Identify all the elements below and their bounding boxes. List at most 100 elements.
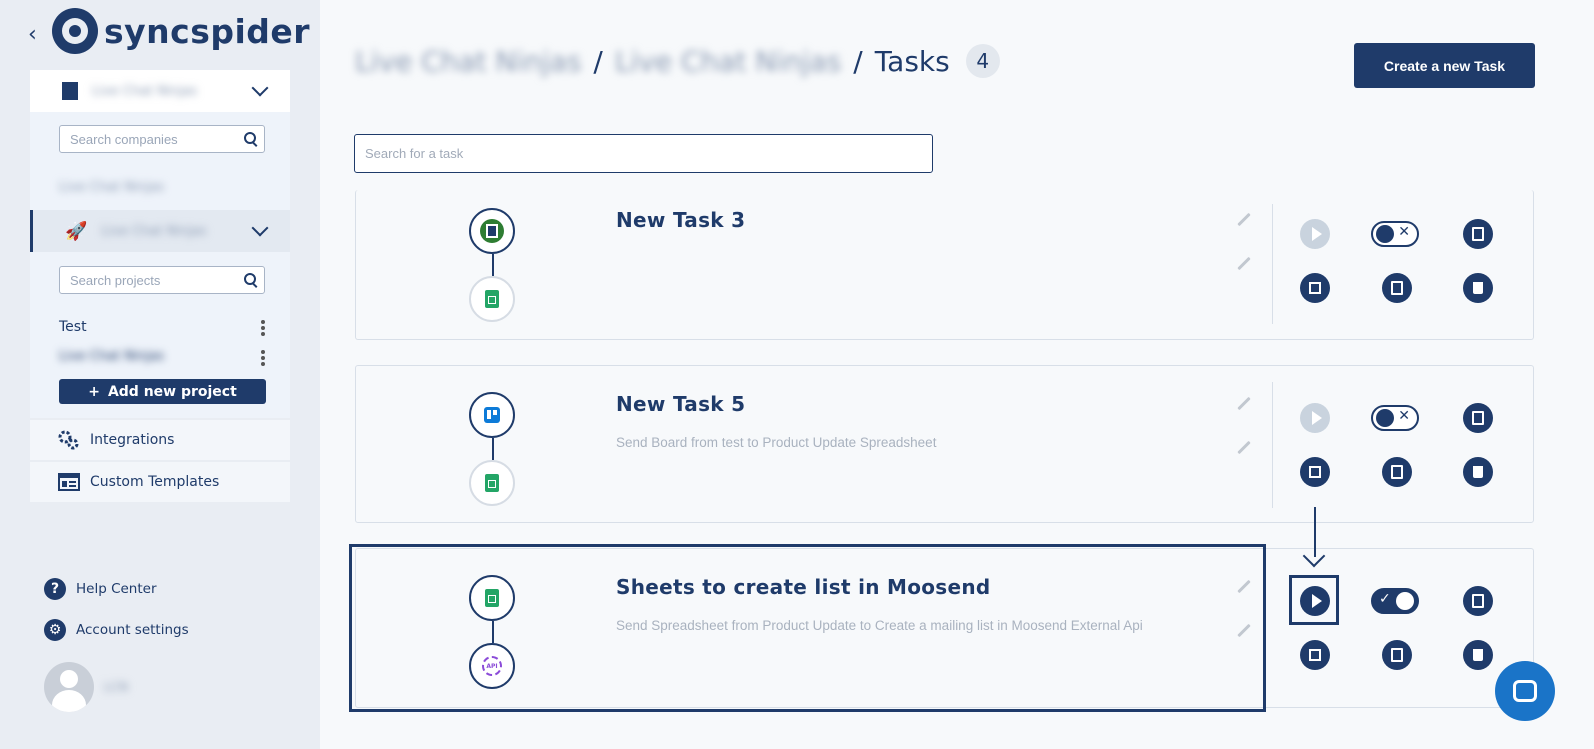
task-title[interactable]: New Task 5 xyxy=(616,392,745,416)
delete-task-button[interactable] xyxy=(1463,640,1493,670)
task-title[interactable]: New Task 3 xyxy=(616,208,745,232)
edit-task-button[interactable] xyxy=(1300,640,1330,670)
clipboard-icon xyxy=(1472,411,1484,425)
search-companies-placeholder: Search companies xyxy=(70,132,178,147)
project-item-live-chat[interactable]: Live Chat Ninjas xyxy=(59,349,164,364)
divider xyxy=(1272,382,1273,508)
task-search-input[interactable]: Search for a task xyxy=(354,134,933,173)
copy-icon xyxy=(1391,648,1403,662)
duplicate-task-button[interactable] xyxy=(1382,273,1412,303)
delete-task-button[interactable] xyxy=(1463,457,1493,487)
clipboard-button[interactable] xyxy=(1463,219,1493,249)
delete-task-button[interactable] xyxy=(1463,273,1493,303)
search-icon[interactable] xyxy=(244,132,256,144)
copy-icon xyxy=(1391,281,1403,295)
task-count-badge: 4 xyxy=(965,44,1000,78)
duplicate-task-button[interactable] xyxy=(1382,457,1412,487)
chat-icon xyxy=(1513,680,1537,702)
breadcrumb: Live Chat Ninjas / Live Chat Ninjas / Ta… xyxy=(355,44,1000,78)
sidebar: ‹ syncspider Live Chat Ninjas Search com… xyxy=(0,0,320,749)
clipboard-button[interactable] xyxy=(1463,586,1493,616)
add-new-project-button[interactable]: + Add new project xyxy=(59,379,266,404)
duplicate-task-button[interactable] xyxy=(1382,640,1412,670)
run-task-button[interactable] xyxy=(1300,403,1330,433)
help-center-link[interactable]: ? Help Center xyxy=(44,578,157,600)
edit-icon xyxy=(1309,649,1321,661)
kebab-menu-icon[interactable] xyxy=(261,320,265,338)
task-enable-toggle[interactable]: ✕ xyxy=(1371,221,1419,247)
task-enable-toggle[interactable]: ✕ xyxy=(1371,405,1419,431)
task-card: New Task 3 ✕ xyxy=(355,190,1534,340)
company-selector[interactable]: Live Chat Ninjas xyxy=(30,70,290,112)
highlight-run-button xyxy=(1289,575,1339,625)
source-node[interactable] xyxy=(469,208,515,254)
nav-label: Integrations xyxy=(90,432,175,448)
create-new-task-button[interactable]: Create a new Task xyxy=(1354,43,1535,88)
pencil-icon[interactable] xyxy=(1237,256,1251,271)
highlight-task-box xyxy=(349,544,1266,712)
gears-icon xyxy=(58,430,79,450)
pencil-icon[interactable] xyxy=(1237,212,1251,227)
page-title: Tasks xyxy=(874,44,950,78)
chat-launcher-button[interactable] xyxy=(1495,661,1555,721)
source-node[interactable] xyxy=(469,392,515,438)
clipboard-icon xyxy=(1472,227,1484,241)
help-center-label: Help Center xyxy=(76,581,157,597)
edit-icon xyxy=(1309,466,1321,478)
search-companies-input[interactable]: Search companies xyxy=(59,125,265,153)
nav-custom-templates[interactable]: Custom Templates xyxy=(30,462,290,502)
target-node[interactable] xyxy=(469,276,515,322)
template-icon xyxy=(58,473,80,491)
flow-connector xyxy=(492,254,494,276)
breadcrumb-company[interactable]: Live Chat Ninjas xyxy=(355,45,581,78)
doc-icon xyxy=(480,219,504,243)
trash-icon xyxy=(1473,282,1483,294)
search-projects-placeholder: Search projects xyxy=(70,273,161,288)
trash-icon xyxy=(1473,649,1483,661)
clipboard-icon xyxy=(1472,594,1484,608)
edit-task-button[interactable] xyxy=(1300,457,1330,487)
back-chevron-icon[interactable]: ‹ xyxy=(28,22,37,47)
gear-icon: ⚙ xyxy=(44,619,66,641)
account-settings-link[interactable]: ⚙ Account settings xyxy=(44,619,189,641)
company-list-item[interactable]: Live Chat Ninjas xyxy=(59,180,164,195)
chevron-down-icon[interactable] xyxy=(251,219,269,237)
target-node[interactable] xyxy=(469,460,515,506)
syncspider-logo-icon xyxy=(52,8,98,54)
avatar[interactable] xyxy=(44,662,94,712)
search-projects-input[interactable]: Search projects xyxy=(59,266,265,294)
google-sheets-icon xyxy=(485,290,499,308)
logo[interactable]: syncspider xyxy=(52,8,310,54)
play-icon xyxy=(1311,227,1322,241)
logo-text: syncspider xyxy=(104,11,311,51)
edit-icon xyxy=(1309,282,1321,294)
google-sheets-icon xyxy=(485,474,499,492)
question-icon: ? xyxy=(44,578,66,600)
play-icon xyxy=(1311,411,1322,425)
user-name: LCN xyxy=(104,680,129,694)
trash-icon xyxy=(1473,466,1483,478)
kebab-menu-icon[interactable] xyxy=(261,350,265,368)
pencil-icon[interactable] xyxy=(1237,396,1251,411)
add-project-label: Add new project xyxy=(107,383,237,400)
breadcrumb-separator: / xyxy=(593,44,603,78)
edit-task-button[interactable] xyxy=(1300,273,1330,303)
project-item-test[interactable]: Test xyxy=(59,319,87,335)
search-icon[interactable] xyxy=(244,273,256,285)
clipboard-button[interactable] xyxy=(1463,403,1493,433)
plus-icon: + xyxy=(88,383,100,400)
check-icon: ✓ xyxy=(1379,591,1391,607)
breadcrumb-project[interactable]: Live Chat Ninjas xyxy=(615,45,841,78)
trello-icon xyxy=(484,407,500,423)
project-name: Live Chat Ninjas xyxy=(101,223,207,239)
task-enable-toggle[interactable]: ✓ xyxy=(1371,588,1419,614)
pencil-icon[interactable] xyxy=(1237,440,1251,455)
task-description: Send Board from test to Product Update S… xyxy=(616,435,937,450)
task-card: New Task 5 Send Board from test to Produ… xyxy=(355,365,1534,523)
chevron-down-icon[interactable] xyxy=(251,79,269,97)
nav-integrations[interactable]: Integrations xyxy=(30,420,290,460)
building-icon xyxy=(62,82,78,100)
run-task-button[interactable] xyxy=(1300,219,1330,249)
nav-label: Custom Templates xyxy=(90,474,220,490)
project-selector[interactable]: 🚀 Live Chat Ninjas xyxy=(30,210,290,252)
